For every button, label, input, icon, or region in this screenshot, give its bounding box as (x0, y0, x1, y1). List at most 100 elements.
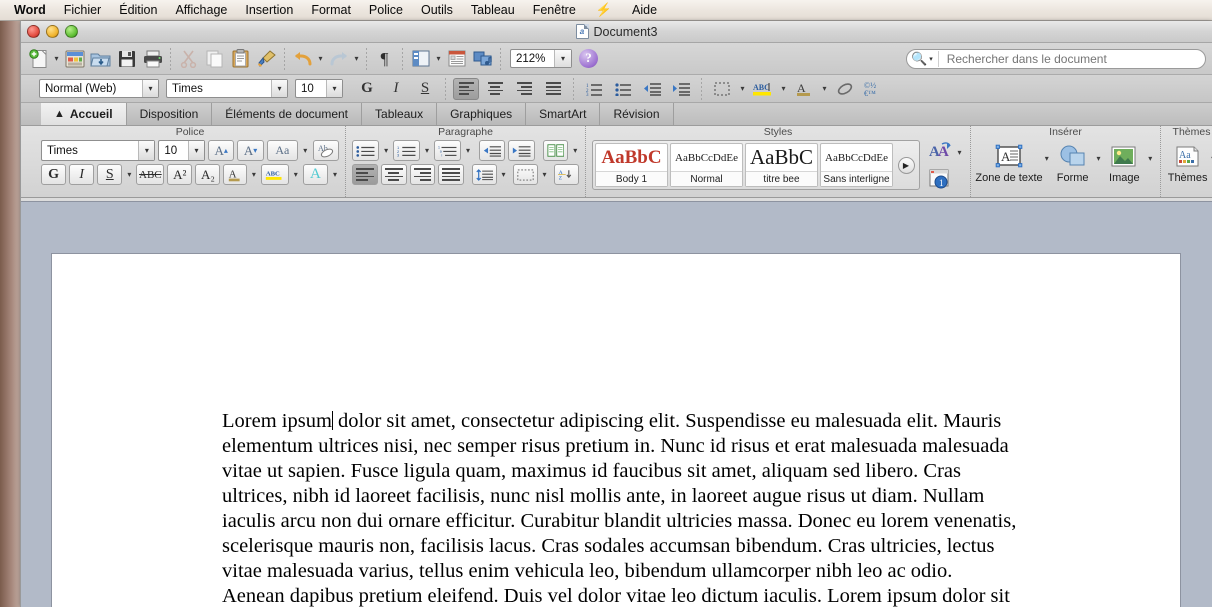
font-dropdown-arrow[interactable]: ▾ (271, 80, 287, 97)
menu-item-outils[interactable]: Outils (412, 1, 462, 20)
styles-next-button[interactable]: ▶ (895, 143, 917, 187)
format-painter-icon[interactable] (254, 46, 279, 72)
menu-item-edition[interactable]: Édition (110, 1, 166, 20)
menu-item-insertion[interactable]: Insertion (236, 1, 302, 20)
text-effects-dropdown[interactable]: ▾ (331, 170, 339, 179)
ribbon-font-color-button[interactable]: A (223, 164, 246, 185)
print-icon[interactable] (140, 46, 165, 72)
underline-button[interactable]: S (412, 78, 438, 100)
style-item-titre-bee[interactable]: AaBbC titre bee (745, 143, 818, 187)
eraser-icon[interactable] (832, 78, 858, 100)
redo-dropdown[interactable]: ▾ (352, 54, 361, 63)
bold-button[interactable]: G (354, 78, 380, 100)
increase-indent-button[interactable] (668, 78, 694, 100)
zoom-button[interactable] (65, 25, 78, 38)
ribbon-font-combo[interactable]: Times ▾ (41, 140, 155, 161)
numbered-list-dropdown[interactable]: ▾ (423, 146, 431, 155)
change-case-button[interactable]: Aa (267, 140, 298, 161)
change-case-dropdown[interactable]: ▾ (301, 146, 310, 155)
numbered-list-button[interactable]: 123 (581, 78, 607, 100)
new-from-template-icon[interactable] (62, 46, 87, 72)
highlight-button[interactable]: ABC (750, 78, 776, 100)
menu-item-format[interactable]: Format (302, 1, 360, 20)
ribbon-bold-button[interactable]: G (41, 164, 66, 185)
borders-dropdown[interactable]: ▾ (738, 84, 747, 93)
tab-elements-de-document[interactable]: Éléments de document (212, 103, 362, 125)
redo-icon[interactable] (326, 46, 351, 72)
media-browser-icon[interactable] (470, 46, 495, 72)
ribbon-align-center-button[interactable] (381, 164, 407, 185)
ribbon-borders-dropdown[interactable]: ▾ (541, 170, 548, 179)
undo-dropdown[interactable]: ▾ (316, 54, 325, 63)
menu-item-fichier[interactable]: Fichier (55, 1, 111, 20)
tab-accueil[interactable]: ▲ Accueil (41, 103, 127, 125)
style-item-body1[interactable]: AaBbC Body 1 (595, 143, 668, 187)
menu-item-tableau[interactable]: Tableau (462, 1, 524, 20)
insert-picture-button[interactable]: Image (1104, 142, 1144, 184)
picture-dropdown[interactable]: ▾ (1146, 142, 1154, 163)
multilevel-list-dropdown[interactable]: ▾ (464, 146, 472, 155)
save-icon[interactable] (114, 46, 139, 72)
tab-smartart[interactable]: SmartArt (526, 103, 600, 125)
style-dropdown-arrow[interactable]: ▾ (142, 80, 158, 97)
cut-icon[interactable] (176, 46, 201, 72)
tab-disposition[interactable]: Disposition (127, 103, 213, 125)
text-effects-button[interactable]: A (303, 164, 328, 185)
ribbon-underline-button[interactable]: S (97, 164, 122, 185)
ribbon-size-dropdown-arrow[interactable]: ▾ (188, 141, 204, 160)
menu-item-fenetre[interactable]: Fenêtre (524, 1, 585, 20)
sidebar-dropdown[interactable]: ▾ (434, 54, 443, 63)
ribbon-align-right-button[interactable] (410, 164, 436, 185)
ribbon-highlight-dropdown[interactable]: ▾ (292, 170, 300, 179)
align-justify-button[interactable] (540, 78, 566, 100)
styles-pane-dropdown[interactable]: ▾ (955, 148, 964, 157)
font-color-dropdown[interactable]: ▾ (820, 84, 829, 93)
document-canvas[interactable]: Lorem ipsum dolor sit amet, consectetur … (21, 201, 1212, 607)
columns-button[interactable] (543, 140, 569, 161)
tab-revision[interactable]: Révision (600, 103, 673, 125)
style-combo[interactable]: Normal (Web) ▾ (39, 79, 159, 98)
copyright-symbols-icon[interactable]: ©½€™ (861, 78, 887, 100)
highlight-dropdown[interactable]: ▾ (779, 84, 788, 93)
align-center-button[interactable] (482, 78, 508, 100)
align-right-button[interactable] (511, 78, 537, 100)
decrease-indent-button[interactable] (639, 78, 665, 100)
tab-tableaux[interactable]: Tableaux (362, 103, 437, 125)
ribbon-align-justify-button[interactable] (438, 164, 464, 185)
clear-formatting-button[interactable]: Ab (313, 140, 339, 161)
align-left-button[interactable] (453, 78, 479, 100)
font-combo[interactable]: Times ▾ (166, 79, 288, 98)
multilevel-list-button[interactable]: 1ai (434, 140, 461, 161)
size-combo[interactable]: 10 ▾ (295, 79, 343, 98)
zoom-combo[interactable]: 212% ▾ (510, 49, 572, 68)
text-box-dropdown[interactable]: ▾ (1043, 142, 1051, 163)
ribbon-font-dropdown-arrow[interactable]: ▾ (138, 141, 154, 160)
borders-button[interactable] (709, 78, 735, 100)
ribbon-increase-indent-button[interactable] (508, 140, 535, 161)
bulleted-list-button[interactable] (610, 78, 636, 100)
ribbon-numbered-list-button[interactable]: 123 (393, 140, 420, 161)
italic-button[interactable]: I (383, 78, 409, 100)
columns-dropdown[interactable]: ▾ (571, 146, 579, 155)
help-icon[interactable]: ? (579, 49, 598, 68)
chevron-right-icon[interactable]: ▶ (898, 157, 915, 174)
show-formatting-icon[interactable]: ¶ (372, 46, 397, 72)
style-item-sans-interligne[interactable]: AaBbCcDdEe Sans interligne (820, 143, 893, 187)
bluetooth-icon[interactable]: ⚡ (585, 2, 623, 18)
styles-pane-icon[interactable]: AA (929, 141, 953, 164)
ribbon-italic-button[interactable]: I (69, 164, 94, 185)
ribbon-highlight-button[interactable]: ABC (261, 164, 289, 185)
menu-item-word[interactable]: Word (5, 1, 55, 20)
themes-button[interactable]: Aa Thèmes (1167, 142, 1208, 184)
superscript-button[interactable]: A² (167, 164, 192, 185)
menu-item-police[interactable]: Police (360, 1, 412, 20)
ribbon-bulleted-list-button[interactable] (352, 140, 379, 161)
zoom-dropdown-arrow[interactable]: ▾ (554, 50, 571, 67)
grow-font-button[interactable]: A▴ (208, 140, 234, 161)
close-button[interactable] (27, 25, 40, 38)
ribbon-font-color-dropdown[interactable]: ▾ (250, 170, 258, 179)
ribbon-decrease-indent-button[interactable] (479, 140, 506, 161)
new-document-dropdown[interactable]: ▾ (52, 54, 61, 63)
shrink-font-button[interactable]: A▾ (237, 140, 263, 161)
bulleted-list-dropdown[interactable]: ▾ (382, 146, 390, 155)
